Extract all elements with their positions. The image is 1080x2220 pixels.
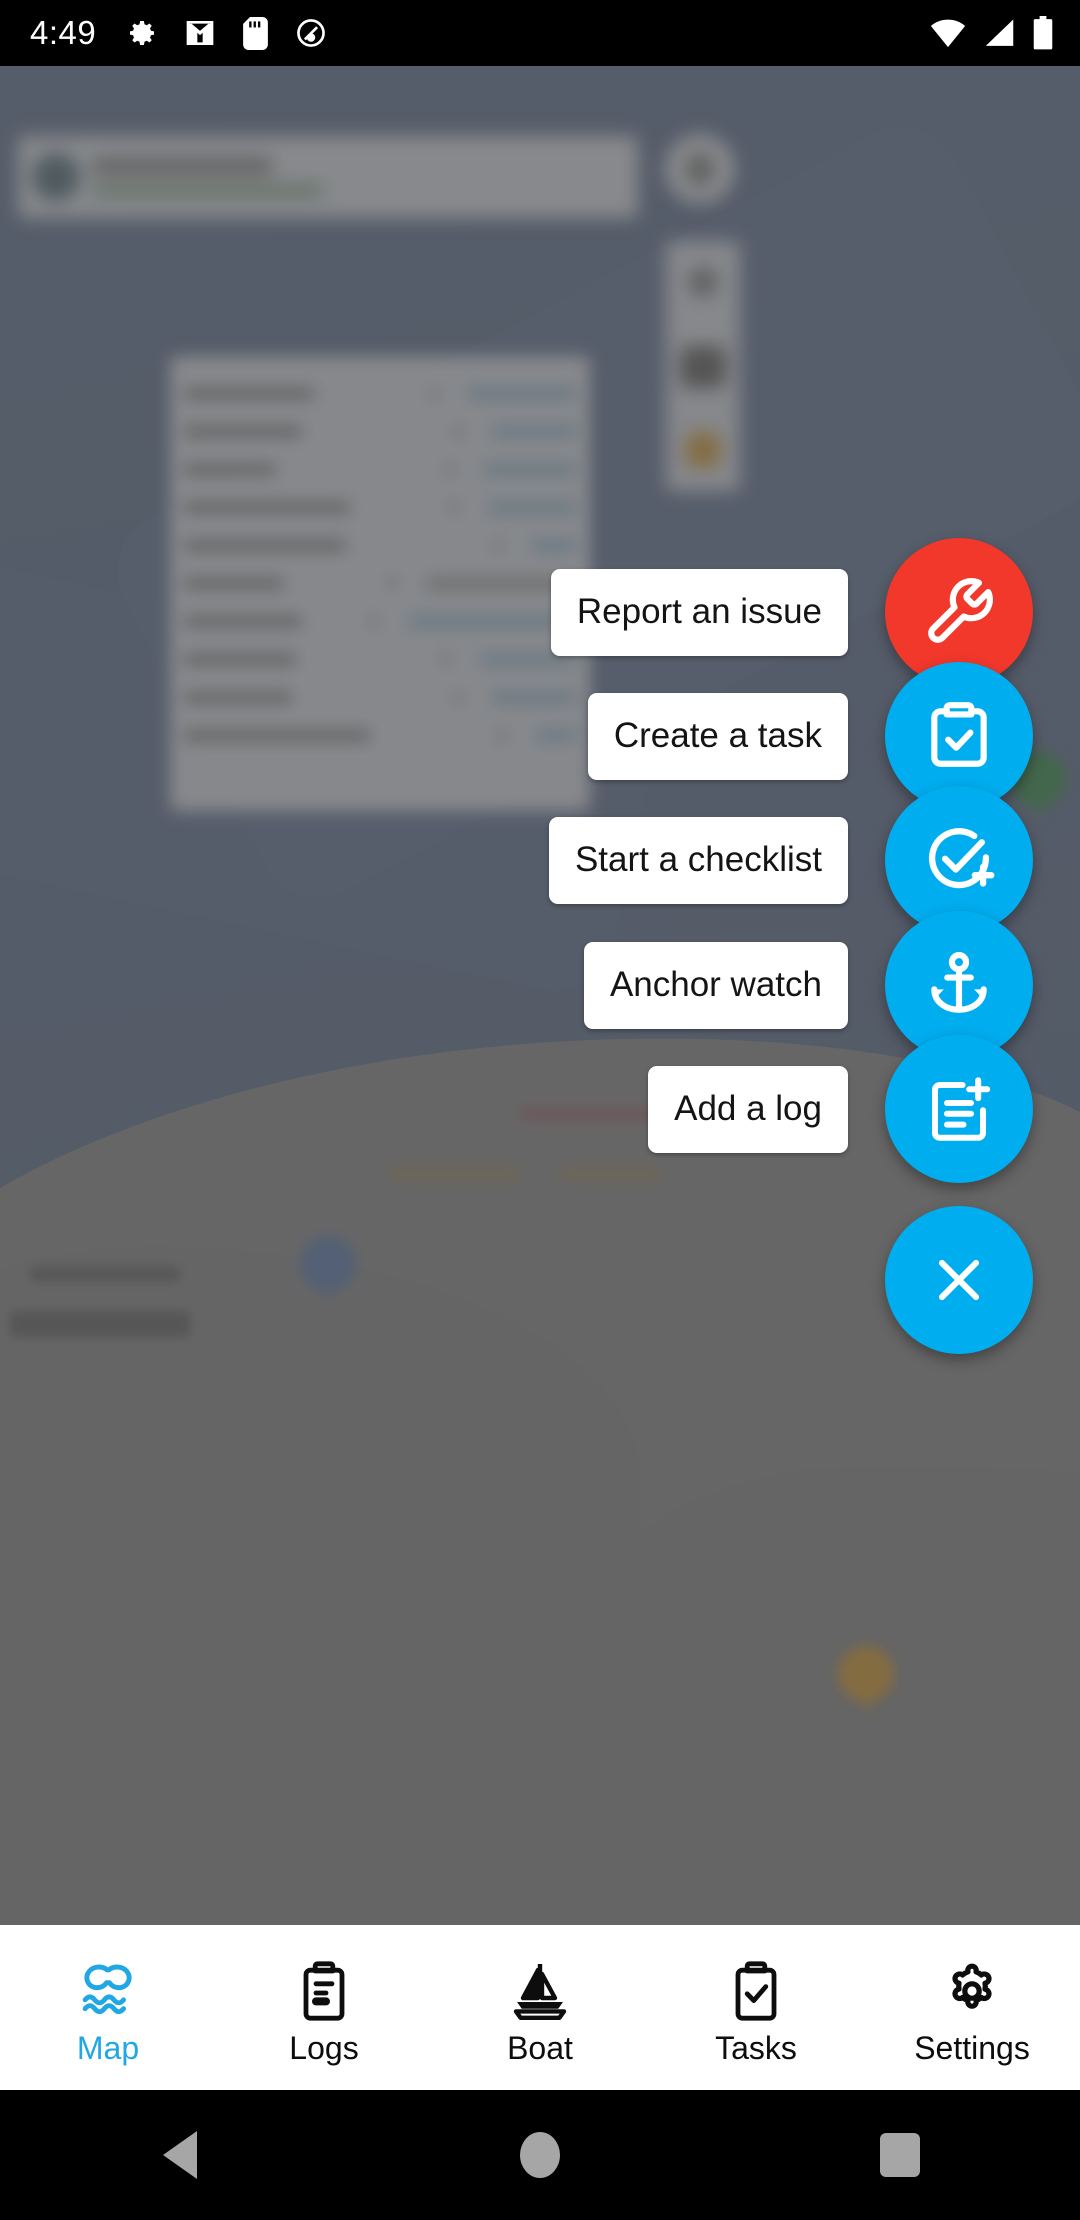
nav-label-boat: Boat [507,2029,573,2066]
square-recents-icon [880,2133,920,2177]
phone-screen: Report an issue Create a task Start a ch… [0,0,1080,2220]
clipboard-check-icon [730,1960,782,2022]
map-waves-icon [77,1960,139,2022]
fab-speed-dial: Report an issue Create a task Start a ch… [0,66,1080,1925]
fab-button-add-log[interactable] [885,1035,1033,1183]
note-add-icon [932,1077,991,1141]
check-circle-plus-icon [928,828,995,889]
nav-label-map: Map [76,2029,140,2066]
logbook-icon [298,1960,350,2022]
cellular-signal-icon [985,19,1014,46]
gear-icon [130,21,155,46]
fab-label-start-checklist[interactable]: Start a checklist [548,816,848,904]
fab-label-add-log[interactable]: Add a log [648,1065,848,1153]
gear-icon [942,1960,1002,2022]
anchor-icon [931,952,987,1013]
nav-item-boat[interactable]: Boat [432,1925,648,2090]
bottom-navigation: Map Logs Boat Tasks Settings [0,1925,1080,2090]
nav-label-logs: Logs [289,2029,359,2066]
triangle-back-icon [163,2131,197,2179]
status-bar: 4:49 [0,0,1080,66]
clipboard-check-icon [931,702,987,767]
nav-item-tasks[interactable]: Tasks [648,1925,864,2090]
nav-label-settings: Settings [914,2029,1030,2066]
android-navigation-bar [0,2090,1080,2220]
close-icon [938,1259,980,1301]
fab-action-add-log[interactable]: Add a log [648,1035,1033,1183]
sd-card-icon [243,16,269,50]
status-clock: 4:49 [30,14,97,51]
fab-label-create-task[interactable]: Create a task [587,692,848,780]
nav-item-map[interactable]: Map [0,1925,216,2090]
fab-label-report-issue[interactable]: Report an issue [550,568,848,656]
back-button[interactable] [0,2131,360,2179]
wifi-icon [930,19,966,48]
nav-item-logs[interactable]: Logs [216,1925,432,2090]
wrench-icon [928,578,993,643]
fab-button-close[interactable] [885,1206,1033,1354]
nav-item-settings[interactable]: Settings [864,1925,1080,2090]
nav-label-tasks: Tasks [715,2029,797,2066]
circle-home-icon [520,2132,560,2178]
gmail-icon [186,21,214,45]
fab-label-anchor-watch[interactable]: Anchor watch [583,941,848,1029]
battery-full-icon [1033,16,1053,50]
location-off-icon [297,19,326,47]
home-button[interactable] [360,2132,720,2178]
fab-action-close[interactable] [885,1206,1033,1354]
recents-button[interactable] [720,2133,1080,2177]
sailboat-icon [508,1960,572,2022]
